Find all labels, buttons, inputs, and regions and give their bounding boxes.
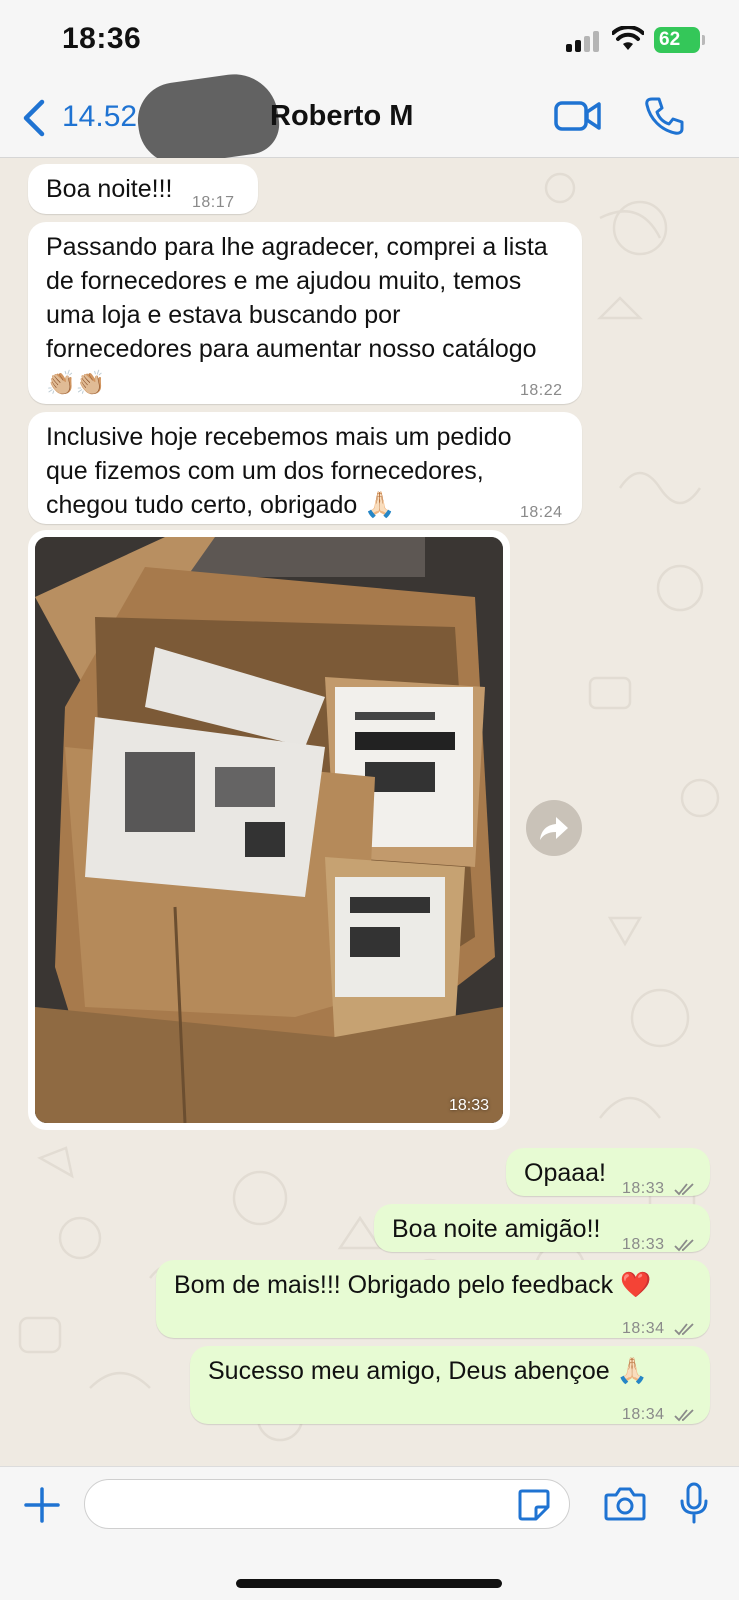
read-ticks-icon <box>673 1239 694 1252</box>
incoming-message[interactable]: Inclusive hoje recebemos mais um pedido … <box>28 412 582 524</box>
message-time: 18:34 <box>622 1312 696 1346</box>
message-composer <box>0 1466 739 1600</box>
redaction-mark <box>132 68 284 170</box>
home-indicator <box>236 1579 502 1588</box>
chat-area[interactable]: Boa noite!!! 18:17 Passando para lhe agr… <box>0 158 739 1466</box>
cellular-signal-icon <box>566 30 602 52</box>
message-text: Sucesso meu amigo, Deus abençoe 🙏🏻 <box>208 1357 648 1385</box>
status-time: 18:36 <box>62 22 142 55</box>
package-photo[interactable]: 18:33 <box>35 537 503 1123</box>
clapping-hands-emoji: 👏🏼👏🏼 <box>46 370 106 397</box>
outgoing-message[interactable]: Opaaa! 18:33 <box>506 1148 710 1197</box>
plus-icon[interactable] <box>22 1485 62 1525</box>
video-call-icon[interactable] <box>554 98 602 134</box>
message-text: Passando para lhe agradecer, comprei a l… <box>46 233 548 363</box>
phone-icon[interactable] <box>644 96 684 136</box>
contact-name[interactable]: Roberto M <box>270 100 413 133</box>
forward-icon <box>540 817 568 840</box>
message-time: 18:24 <box>520 504 563 521</box>
sticker-icon[interactable] <box>516 1487 552 1523</box>
message-time: 18:34 <box>622 1398 696 1432</box>
back-button[interactable]: 14.52 <box>62 100 137 134</box>
battery-icon: 62 <box>654 27 705 53</box>
message-text: Bom de mais!!! Obrigado pelo feedback ❤️ <box>174 1271 652 1299</box>
message-time: 18:33 <box>622 1228 696 1262</box>
read-ticks-icon <box>673 1409 694 1422</box>
battery-level: 62 <box>659 29 681 50</box>
wifi-icon <box>612 26 644 50</box>
camera-icon[interactable] <box>604 1485 646 1523</box>
microphone-icon[interactable] <box>678 1481 710 1525</box>
read-ticks-icon <box>673 1323 694 1336</box>
message-time: 18:33 <box>448 1097 489 1114</box>
outgoing-message[interactable]: Sucesso meu amigo, Deus abençoe 🙏🏻 18:34 <box>190 1346 710 1424</box>
status-bar: 18:36 62 <box>0 0 739 80</box>
incoming-message[interactable]: Passando para lhe agradecer, comprei a l… <box>28 222 582 404</box>
chat-header: 14.52 Roberto M <box>0 68 739 170</box>
message-time: 18:22 <box>520 382 563 399</box>
back-chevron-icon[interactable] <box>20 98 48 138</box>
read-ticks-icon <box>673 1183 694 1196</box>
message-text: Inclusive hoje recebemos mais um pedido … <box>46 423 512 519</box>
forward-button[interactable] <box>526 800 582 856</box>
outgoing-message[interactable]: Boa noite amigão!! 18:33 <box>374 1204 710 1253</box>
incoming-message[interactable]: Boa noite!!! 18:17 <box>28 164 258 214</box>
message-time: 18:17 <box>192 194 235 211</box>
outgoing-message[interactable]: Bom de mais!!! Obrigado pelo feedback ❤️… <box>156 1260 710 1338</box>
image-message[interactable]: 18:33 <box>28 530 510 1130</box>
package-box-image <box>35 537 503 1123</box>
message-time: 18:33 <box>622 1172 696 1206</box>
message-input[interactable] <box>84 1479 570 1529</box>
